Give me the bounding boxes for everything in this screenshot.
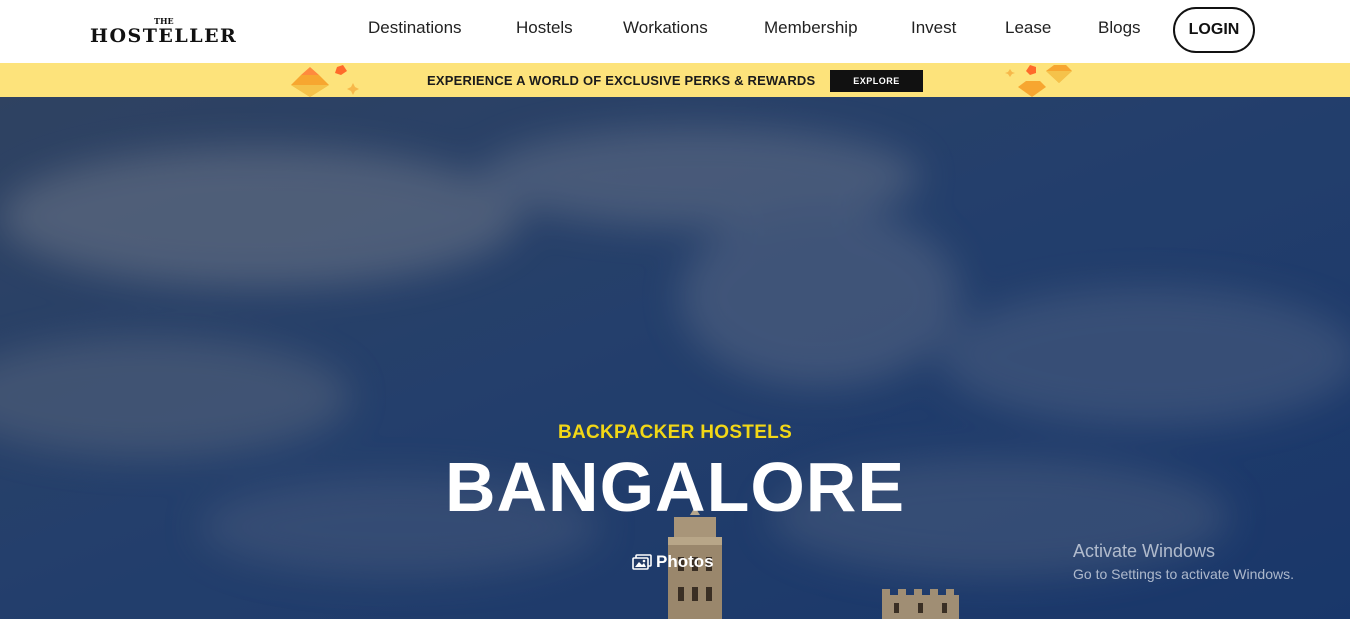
- hosteller-logo[interactable]: THE HOSTELLER: [90, 16, 240, 50]
- hero-subtitle: BACKPACKER HOSTELS: [557, 422, 793, 443]
- login-button[interactable]: LOGIN: [1173, 7, 1255, 53]
- watermark-title: Activate Windows: [1073, 541, 1216, 561]
- hero-city-title: BANGALORE: [444, 448, 906, 526]
- photos-button[interactable]: Photos: [632, 551, 714, 573]
- photos-label: Photos: [656, 552, 714, 571]
- windows-activation-watermark: Activate Windows Go to Settings to activ…: [1073, 541, 1294, 582]
- watermark-subtitle: Go to Settings to activate Windows.: [1073, 566, 1294, 582]
- nav-destinations[interactable]: Destinations: [368, 18, 462, 38]
- nav-hostels[interactable]: Hostels: [516, 18, 573, 38]
- nav-lease[interactable]: Lease: [1005, 18, 1051, 38]
- nav-membership[interactable]: Membership: [764, 18, 858, 38]
- photos-icon: [632, 554, 652, 570]
- gems-decoration-icon: [1005, 65, 1072, 97]
- site-header: THE HOSTELLER Destinations Hostels Worka…: [0, 0, 1350, 63]
- promo-banner: EXPERIENCE A WORLD OF EXCLUSIVE PERKS & …: [0, 63, 1350, 97]
- hero-section: BACKPACKER HOSTELS BANGALORE Photos Acti…: [0, 97, 1350, 619]
- gems-decoration-icon: [291, 65, 359, 97]
- logo-wordmark: HOSTELLER: [90, 25, 238, 47]
- palace-turret-image: [882, 589, 959, 619]
- nav-blogs[interactable]: Blogs: [1098, 18, 1141, 38]
- nav-workations[interactable]: Workations: [623, 18, 708, 38]
- explore-button[interactable]: EXPLORE: [830, 70, 923, 92]
- promo-text: EXPERIENCE A WORLD OF EXCLUSIVE PERKS & …: [427, 73, 816, 88]
- nav-invest[interactable]: Invest: [911, 18, 956, 38]
